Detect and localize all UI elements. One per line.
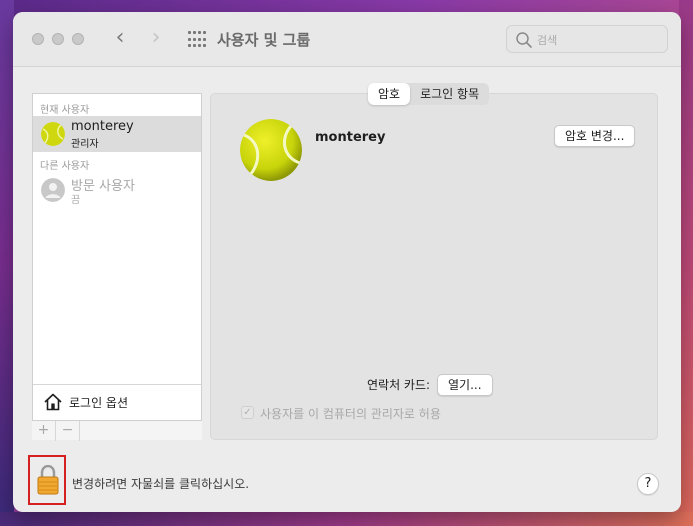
window-title: 사용자 및 그룹 xyxy=(217,31,311,49)
current-users-section-label: 현재 사용자 xyxy=(40,105,90,116)
lock-hint-text: 변경하려면 자물쇠를 클릭하십시오. xyxy=(72,477,250,491)
guest-user-status: 끔 xyxy=(71,195,81,206)
padlock-icon xyxy=(37,465,59,495)
desktop-wallpaper-right xyxy=(679,0,693,526)
allow-admin-label: 사용자를 이 컴퓨터의 관리자로 허용 xyxy=(260,407,441,421)
detail-tabs: 암호 로그인 항목 xyxy=(368,83,490,105)
plus-icon: + xyxy=(37,422,50,438)
user-picture-tennis-ball-icon[interactable] xyxy=(240,119,302,181)
chevron-right-icon: › xyxy=(151,25,161,50)
guest-user-name: 방문 사용자 xyxy=(71,179,135,194)
lock-button[interactable] xyxy=(28,455,66,505)
help-button[interactable]: ? xyxy=(637,473,659,495)
selected-user-name: monterey xyxy=(315,130,386,145)
change-password-button[interactable]: 암호 변경... xyxy=(554,125,636,147)
remove-user-button[interactable]: − xyxy=(56,421,80,441)
user-row-guest[interactable]: 방문 사용자 끔 xyxy=(33,172,201,208)
search-field[interactable] xyxy=(506,25,668,53)
tab-password[interactable]: 암호 xyxy=(368,83,411,105)
person-icon xyxy=(41,178,65,202)
checkmark-icon: ✓ xyxy=(243,407,252,418)
user-role: 관리자 xyxy=(71,139,99,150)
close-window-button[interactable] xyxy=(32,33,44,45)
allow-admin-checkbox[interactable]: ✓ xyxy=(241,406,254,419)
minus-icon: − xyxy=(61,422,74,438)
show-all-grid-icon[interactable] xyxy=(188,31,206,49)
open-contact-card-button[interactable]: 열기... xyxy=(437,374,493,396)
login-options-label: 로그인 옵션 xyxy=(69,396,129,410)
login-options-row[interactable]: 로그인 옵션 xyxy=(33,384,201,418)
contact-card-label: 연락처 카드: xyxy=(367,378,431,392)
back-button[interactable]: ‹ xyxy=(108,26,132,52)
other-users-section-label: 다른 사용자 xyxy=(40,161,90,172)
search-icon xyxy=(516,32,532,48)
add-remove-bar: + − xyxy=(32,420,202,441)
system-preferences-window: ‹ › 사용자 및 그룹 현재 사용자 monterey xyxy=(13,12,681,512)
forward-button[interactable]: › xyxy=(144,26,168,52)
desktop-wallpaper-left xyxy=(0,0,14,526)
add-user-button[interactable]: + xyxy=(32,421,56,441)
chevron-left-icon: ‹ xyxy=(115,25,125,50)
zoom-window-button[interactable] xyxy=(72,33,84,45)
tab-login-items[interactable]: 로그인 항목 xyxy=(410,83,489,105)
minimize-window-button[interactable] xyxy=(52,33,64,45)
house-icon xyxy=(44,393,62,411)
toolbar: ‹ › 사용자 및 그룹 xyxy=(13,12,681,67)
desktop-wallpaper-bottom xyxy=(0,512,693,526)
search-input[interactable] xyxy=(537,31,657,49)
users-list-panel: 현재 사용자 monterey 관리자 다른 사용자 방문 사용자 끔 로그인 … xyxy=(32,93,202,440)
user-row-monterey[interactable]: monterey 관리자 xyxy=(33,116,201,152)
tennis-ball-icon xyxy=(41,122,65,146)
user-name: monterey xyxy=(71,119,134,134)
question-mark-icon: ? xyxy=(644,476,652,491)
